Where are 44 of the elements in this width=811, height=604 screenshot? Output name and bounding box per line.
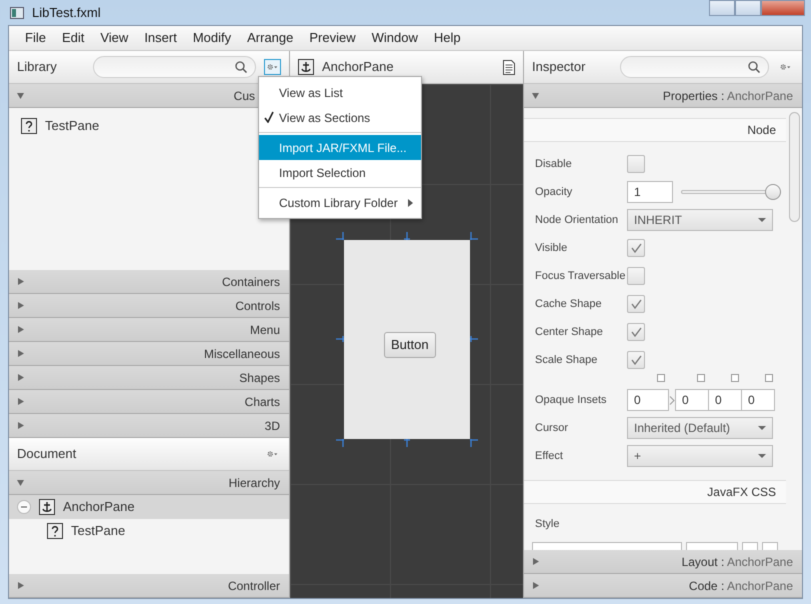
property-label: Cache Shape xyxy=(535,296,603,312)
property-label: Disable xyxy=(535,156,573,172)
section-title: Layout : xyxy=(682,554,724,568)
section-title: Miscellaneous xyxy=(204,346,280,360)
item-label: TestPane xyxy=(71,522,126,540)
property-label: Focus Traversable xyxy=(535,268,626,284)
property-label: Opacity xyxy=(535,184,574,200)
panel-title: Library xyxy=(17,58,58,76)
property-label: Opaque Insets xyxy=(535,392,608,408)
panel-title: Inspector xyxy=(532,58,586,76)
section-title: Cus xyxy=(234,88,255,102)
section-title: Charts xyxy=(244,394,280,408)
group-title: Node xyxy=(747,122,776,139)
section-subject: AnchorPane xyxy=(726,578,793,592)
section-title: Properties : xyxy=(662,88,724,102)
property-label: Node Orientation xyxy=(535,212,620,228)
property-label: Effect xyxy=(535,448,564,464)
dropdown-value: Inherited (Default) xyxy=(634,420,730,437)
property-label: Scale Shape xyxy=(535,352,598,368)
property-label: Cursor xyxy=(535,420,570,436)
property-label: Style xyxy=(535,516,560,532)
section-title: Containers xyxy=(222,274,280,288)
menu-label: Import Selection xyxy=(279,164,366,182)
dropdown-value: INHERIT xyxy=(634,212,682,229)
section-title: Menu xyxy=(250,322,280,336)
section-title: 3D xyxy=(264,418,280,432)
group-title: JavaFX CSS xyxy=(707,484,776,501)
section-title: Controller xyxy=(228,578,280,592)
section-title: Code : xyxy=(688,578,724,592)
item-label: AnchorPane xyxy=(63,498,135,516)
menu-label: Custom Library Folder xyxy=(279,194,398,212)
panel-title: Document xyxy=(17,445,76,464)
section-subject: AnchorPane xyxy=(726,88,793,102)
property-label: Visible xyxy=(535,240,568,256)
window-title: LibTest.fxml xyxy=(32,4,101,22)
item-label: TestPane xyxy=(45,117,100,135)
section-subject: AnchorPane xyxy=(726,554,793,568)
section-title: Hierarchy xyxy=(228,476,280,490)
menu-label: Import JAR/FXML File... xyxy=(279,140,407,156)
dropdown-value: + xyxy=(634,448,642,465)
menu-label: View as Sections xyxy=(279,110,370,126)
section-title: Controls xyxy=(235,298,280,312)
section-title: Shapes xyxy=(239,370,280,384)
property-label: Center Shape xyxy=(535,324,604,340)
